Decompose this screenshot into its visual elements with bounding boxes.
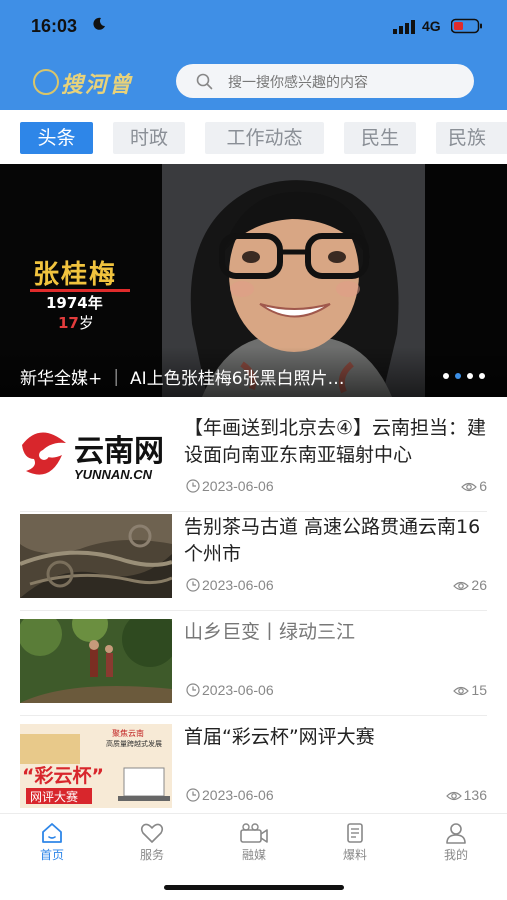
news-date: 2023-06-06 [186,787,274,803]
contest-big-text: “彩云杯” [22,764,104,787]
network-label: 4G [422,18,441,34]
eye-icon [453,686,470,696]
tab-ethnic[interactable]: 民族 [436,122,507,154]
clock-icon [186,479,200,493]
tab-work-news[interactable]: 工作动态 [205,122,324,154]
signal-icon [393,20,415,34]
nav-profile[interactable]: 我的 [421,822,491,867]
nav-media-label: 融媒 [241,848,266,862]
yunnan-net-logo: 云南网 YUNNAN.CN [20,415,172,499]
news-date: 2023-06-06 [186,478,274,494]
banner-pagination [443,373,488,381]
search-bar[interactable]: 搜一搜你感兴趣的内容 [176,64,474,98]
home-indicator[interactable] [164,885,344,890]
logo-mark [33,69,59,95]
news-title[interactable]: 告别茶马古道 高速公路贯通云南16个州市 [184,514,490,568]
contest-top1: 聚焦云南 [112,728,144,738]
user-icon [446,823,466,844]
news-thumbnail-highway [20,514,172,598]
contest-top2: 高质量跨越式发展 [106,739,162,748]
banner-person-name: 张桂梅 [33,260,118,290]
news-views-count: 26 [471,577,487,593]
heart-icon [140,823,164,843]
battery-icon [451,18,482,34]
nav-tipoff-label: 爆料 [342,848,367,862]
logo-text: 搜河曾 [61,72,134,98]
pagination-dot[interactable] [443,373,449,379]
yunnan-cn-text: 云南网 [74,434,164,469]
news-views: 6 [461,478,487,494]
banner-age: 17岁 [58,312,94,333]
app-header: 16:03 4G 搜河曾 搜一搜你感兴趣的内容 [0,0,507,110]
news-title[interactable]: 首届“彩云杯”网评大赛 [184,724,490,751]
news-views: 136 [445,787,487,803]
eye-icon [453,581,470,591]
news-thumbnail-sanjiang [20,619,172,703]
news-views-count: 15 [471,682,487,698]
news-thumbnail-yunnan-logo: 云南网 YUNNAN.CN [20,415,172,499]
news-views-count: 136 [463,787,487,803]
pagination-dot[interactable] [479,373,485,379]
app-logo[interactable]: 搜河曾 [33,64,158,98]
banner-caption: 新华全媒+ ｜ AI上色张桂梅6张黑白照片… [20,369,345,389]
document-icon [347,823,363,843]
nav-profile-label: 我的 [443,848,468,862]
news-views-count: 6 [479,478,487,494]
news-item[interactable]: 山乡巨变丨绿动三江 2023-06-06 15 [0,619,507,723]
news-item[interactable]: 告别茶马古道 高速公路贯通云南16个州市 2023-06-06 26 [0,514,507,618]
clock-icon [186,683,200,697]
pagination-dot-active[interactable] [455,373,461,379]
moon-icon [93,17,105,30]
category-tabs: 头条 时政 工作动态 民生 民族 [0,120,507,156]
yunnan-en-text: YUNNAN.CN [74,467,153,482]
status-time: 16:03 [31,16,78,36]
home-icon [42,823,62,843]
news-date: 2023-06-06 [186,577,274,593]
search-icon [196,73,213,90]
news-thumbnail-contest: 聚焦云南 高质量跨越式发展 “彩云杯” 网评大赛 [20,724,172,808]
nav-service[interactable]: 服务 [117,822,187,867]
nav-home-label: 首页 [39,848,64,862]
contest-poster: 聚焦云南 高质量跨越式发展 “彩云杯” 网评大赛 [20,724,172,808]
banner-year: 1974年 [46,294,103,312]
nav-media[interactable]: 融媒 [219,822,289,867]
news-date-text: 2023-06-06 [202,577,274,593]
eye-icon [461,482,478,492]
tab-livelihood[interactable]: 民生 [344,122,416,154]
camera-icon [240,823,268,843]
search-placeholder: 搜一搜你感兴趣的内容 [228,75,368,91]
eye-icon [445,791,462,801]
highway-photo [20,514,172,598]
divider [20,610,487,611]
status-bar: 16:03 4G [0,0,507,52]
banner-age-unit: 岁 [78,314,94,332]
clock-icon [186,578,200,592]
pagination-dot[interactable] [467,373,473,379]
contest-sub-text: 网评大赛 [30,789,78,804]
banner-age-number: 17 [58,314,79,332]
news-date-text: 2023-06-06 [202,478,274,494]
forest-photo [20,619,172,703]
tab-headlines[interactable]: 头条 [20,122,93,154]
tab-politics[interactable]: 时政 [113,122,185,154]
clock-icon [186,788,200,802]
news-title[interactable]: 山乡巨变丨绿动三江 [184,619,490,646]
nav-tipoff[interactable]: 爆料 [320,822,390,867]
divider [20,715,487,716]
news-views: 26 [453,577,487,593]
news-title[interactable]: 【年画送到北京去④】云南担当：建设面向南亚东南亚辐射中心 [184,415,490,469]
news-item[interactable]: 云南网 YUNNAN.CN 【年画送到北京去④】云南担当：建设面向南亚东南亚辐射… [0,415,507,519]
nav-home[interactable]: 首页 [17,822,87,867]
news-date-text: 2023-06-06 [202,787,274,803]
news-date: 2023-06-06 [186,682,274,698]
news-views: 15 [453,682,487,698]
nav-service-label: 服务 [139,848,164,862]
divider [20,511,487,512]
featured-banner[interactable]: 张桂梅 1974年 17岁 新华全媒+ ｜ AI上色张桂梅6张黑白照片… [0,164,507,397]
news-date-text: 2023-06-06 [202,682,274,698]
